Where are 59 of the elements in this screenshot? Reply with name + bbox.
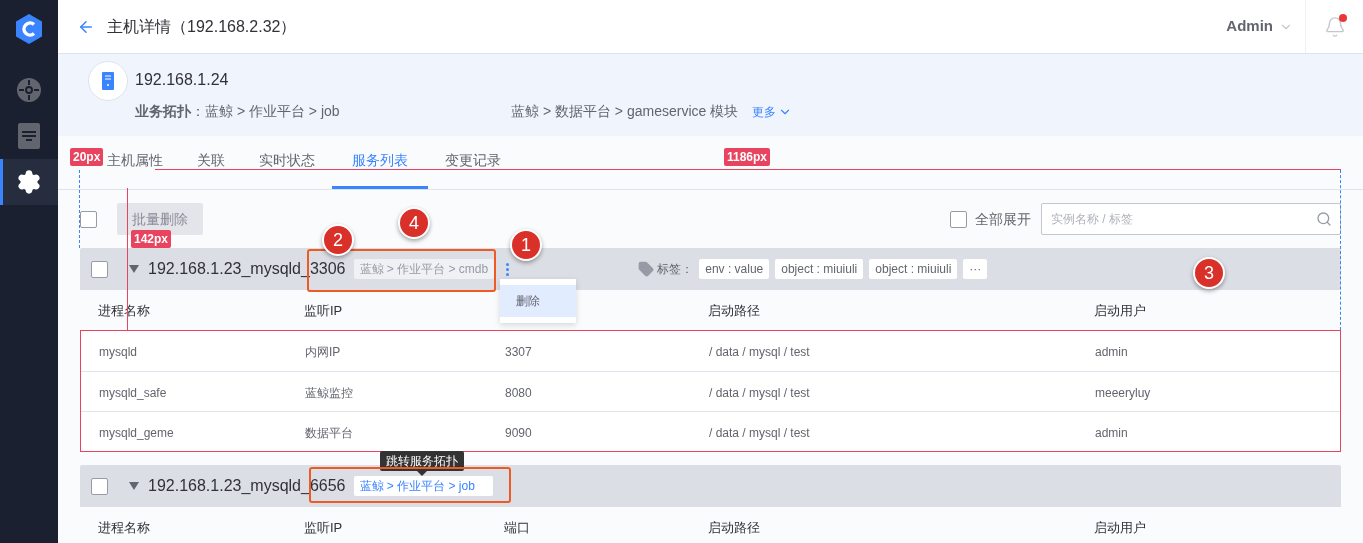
checkbox[interactable] bbox=[91, 260, 108, 278]
column-header: 启动路径 bbox=[708, 520, 760, 535]
topology-path: 业务拓扑：蓝鲸 > 作业平台 > job bbox=[135, 102, 341, 121]
expand-all-label: 全部展开 bbox=[975, 209, 1031, 229]
tab[interactable]: 关联 bbox=[180, 135, 242, 189]
search-field[interactable]: 实例名称 / 标签 bbox=[1041, 203, 1341, 235]
tag-icon bbox=[638, 261, 655, 277]
host-ip: 192.168.1.24 bbox=[135, 70, 230, 90]
table-cell: 3307 bbox=[505, 345, 532, 359]
table-cell: mysqld_geme bbox=[99, 425, 174, 440]
tooltip: 跳转服务拓扑 bbox=[379, 451, 464, 476]
tag: env : value bbox=[699, 259, 770, 279]
settings-icon[interactable] bbox=[16, 169, 42, 195]
checkbox[interactable] bbox=[91, 477, 108, 495]
table-cell: mysqld bbox=[99, 345, 137, 359]
column-header: 进程名称 bbox=[98, 520, 150, 535]
menu-item[interactable]: 删除 bbox=[500, 284, 577, 317]
table-cell: mysqld_safe bbox=[99, 385, 167, 400]
logo-icon[interactable] bbox=[14, 12, 44, 45]
table-cell: meeeryluy bbox=[1095, 385, 1151, 400]
more-button[interactable]: 更多 bbox=[752, 102, 793, 121]
tab[interactable]: 变更记录 bbox=[428, 135, 518, 189]
tags-label: 标签： bbox=[657, 261, 694, 278]
tab[interactable]: 实时状态 bbox=[242, 135, 332, 189]
tag: object : miuiuli bbox=[775, 259, 864, 279]
table-cell: 9090 bbox=[505, 425, 532, 440]
checkbox[interactable] bbox=[80, 210, 97, 228]
checkbox[interactable] bbox=[950, 210, 967, 228]
crosshair-icon[interactable] bbox=[16, 77, 42, 103]
measure-label: 1186px bbox=[724, 148, 771, 166]
topology-path: 蓝鲸 > 数据平台 > gameservice 模块 bbox=[511, 102, 739, 121]
caret-icon[interactable] bbox=[129, 482, 139, 490]
column-header: 启动用户 bbox=[1094, 520, 1146, 535]
table-cell: / data / mysql / test bbox=[709, 385, 810, 400]
more-tags-button[interactable]: ··· bbox=[963, 259, 988, 279]
table-cell: / data / mysql / test bbox=[709, 425, 810, 440]
column-header: 启动用户 bbox=[1094, 303, 1146, 318]
table-cell: admin bbox=[1095, 345, 1128, 359]
caret-icon[interactable] bbox=[129, 265, 139, 273]
table-cell: admin bbox=[1095, 425, 1128, 440]
page-title: 主机详情（192.168.2.32） bbox=[107, 16, 297, 37]
table-cell: 数据平台 bbox=[305, 425, 353, 440]
column-header: 监听IP bbox=[304, 303, 343, 318]
table-cell: 蓝鲸监控 bbox=[305, 385, 353, 400]
search-icon[interactable] bbox=[1316, 211, 1332, 227]
bell-icon[interactable] bbox=[1323, 15, 1346, 38]
user-menu[interactable]: Admin bbox=[1226, 15, 1305, 38]
table-cell: 8080 bbox=[505, 385, 532, 400]
column-header: 端口 bbox=[504, 520, 530, 535]
table-cell: / data / mysql / test bbox=[709, 345, 810, 359]
topology-link[interactable]: 蓝鲸 > 作业平台 > job bbox=[353, 476, 493, 496]
tag: object : miuiuli bbox=[869, 259, 958, 279]
measure-label: 20px bbox=[70, 148, 104, 166]
table-cell: 内网IP bbox=[305, 345, 341, 359]
column-header: 启动路径 bbox=[708, 303, 760, 318]
server-icon-badge bbox=[88, 61, 128, 101]
measure-label: 142px bbox=[131, 230, 172, 248]
column-header: 监听IP bbox=[304, 520, 343, 535]
document-icon[interactable] bbox=[18, 123, 40, 149]
